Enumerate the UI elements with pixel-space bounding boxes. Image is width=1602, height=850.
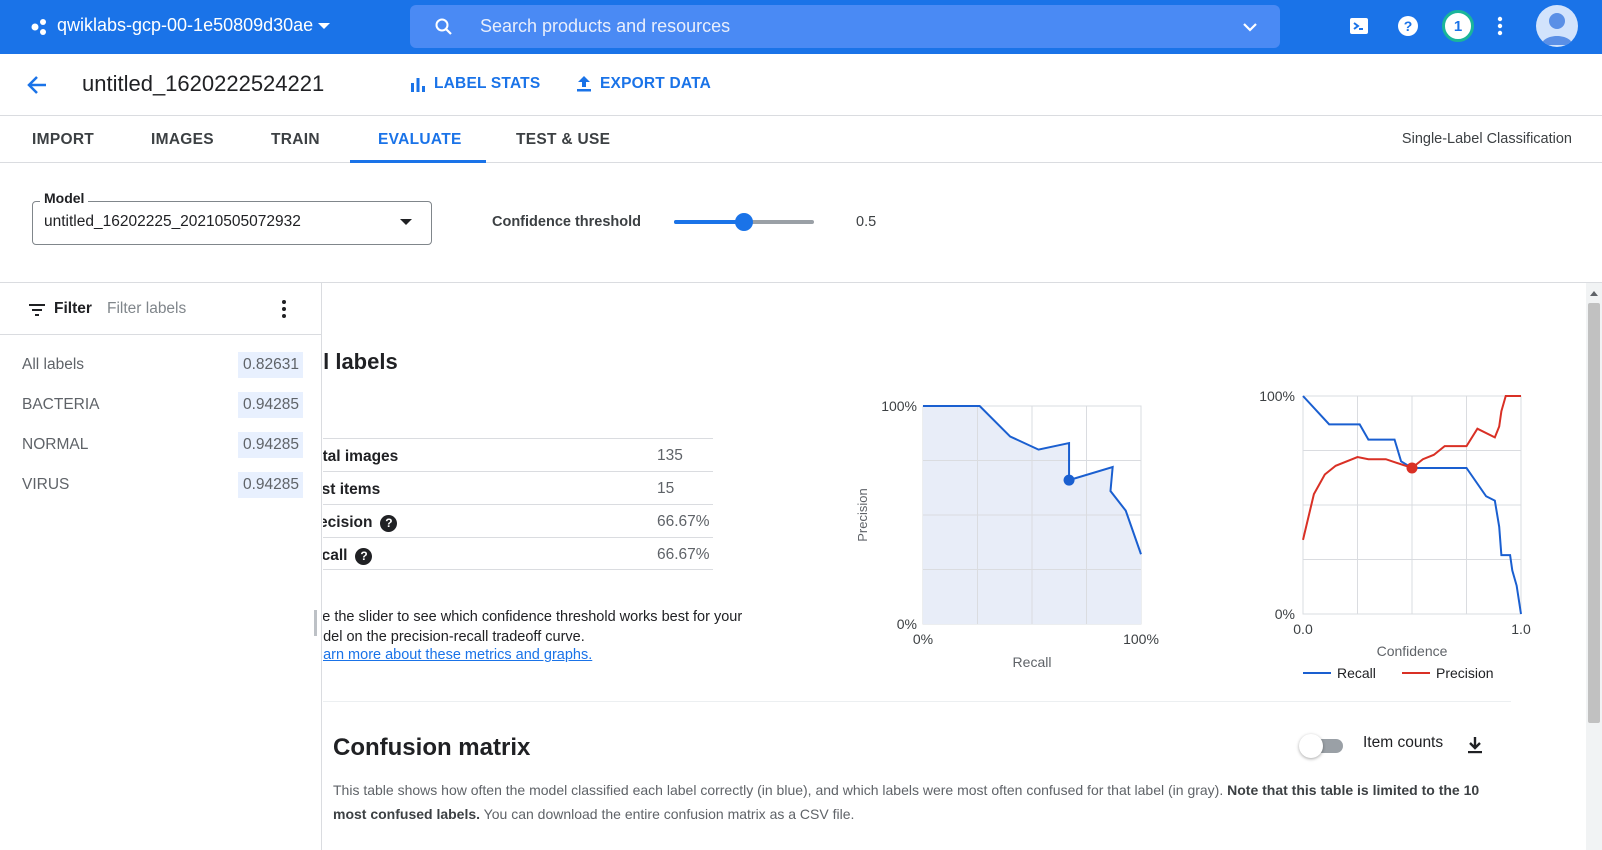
download-icon[interactable] [1465,735,1485,755]
label-stats-button[interactable]: LABEL STATS [408,74,540,94]
back-arrow-icon[interactable] [24,72,50,98]
classification-mode: Single-Label Classification [1401,131,1572,147]
x-tick-label: 100% [1123,631,1159,647]
label-score: 0.94285 [238,392,303,418]
tab-images[interactable]: IMAGES [151,131,214,149]
page-title: untitled_1620222524221 [82,71,325,96]
tab-import[interactable]: IMPORT [32,131,94,149]
filter-label: Filter [54,300,92,317]
more-vert-icon[interactable] [1494,14,1506,38]
confusion-matrix-description: This table shows how often the model cla… [333,782,1480,822]
item-counts-label: Item counts [1363,734,1444,751]
y-tick-label: 100% [881,398,917,414]
tab-bar: IMPORT IMAGES TRAIN EVALUATE TEST & USE … [0,116,1602,163]
evaluation-main: ll labels otal images 135 est items 15 r… [323,283,1586,850]
avatar[interactable] [1536,5,1578,47]
legend-recall-label: Recall [1337,665,1376,681]
x-axis-label: Recall [1013,654,1052,670]
label-item-virus[interactable]: VIRUS 0.94285 [0,470,322,500]
title-bar: untitled_1620222524221 LABEL STATS EXPOR… [0,54,1602,116]
confidence-threshold-value: 0.5 [856,214,877,230]
help-icon[interactable]: ? [355,547,373,565]
project-icon [31,19,46,35]
x-axis-label: Confidence [1377,643,1448,659]
filter-row: Filter Filter labels [0,283,322,335]
confidence-chart: 100% 0%0.0 1.0 ConfidenceRecall Precision [1259,388,1531,681]
scrollbar[interactable] [1586,283,1602,850]
help-icon[interactable]: ? [380,514,398,532]
x-tick-label: 0% [913,631,933,647]
table-row: ecall? 66.67% [323,537,713,570]
threshold-marker [1063,474,1075,486]
confidence-slider-fill [674,220,744,224]
labels-panel: Filter Filter labels All labels 0.82631 … [0,283,322,850]
search-icon [435,18,452,35]
search-bar[interactable]: Search products and resources [410,5,1280,48]
chevron-down-icon[interactable] [316,18,332,34]
project-selector[interactable]: qwiklabs-gcp-00-1e50809d30ae [57,15,313,36]
label-score: 0.82631 [238,352,303,378]
item-counts-toggle[interactable] [1299,734,1345,758]
x-tick-label: 1.0 [1511,621,1531,637]
upload-icon [577,76,591,92]
svg-text:?: ? [1404,18,1413,34]
export-data-button[interactable]: EXPORT DATA [574,74,711,94]
notifications-badge[interactable]: 1 [1442,10,1474,42]
cloud-shell-icon[interactable] [1347,14,1371,38]
user-icon [1541,13,1573,45]
threshold-marker [1406,462,1418,474]
x-tick-label: 0.0 [1293,621,1313,637]
model-select-value[interactable]: untitled_16202225_20210505072932 [44,213,301,231]
model-select-label: Model [40,190,89,206]
confidence-threshold-label: Confidence threshold [492,214,642,230]
help-icon[interactable]: ? [1396,14,1420,38]
label-item-all[interactable]: All labels 0.82631 [0,350,322,380]
confusion-matrix-title: Confusion matrix [333,734,531,761]
slider-hint: se the slider to see which confidence th… [323,609,743,645]
metrics-table: otal images 135 est items 15 recision? 6… [323,438,713,570]
label-score: 0.94285 [238,472,303,498]
table-row: est items 15 [323,471,713,504]
y-tick-label: 0% [1275,606,1295,622]
filter-icon[interactable] [27,300,47,320]
y-tick-label: 0% [897,616,917,632]
top-bar: qwiklabs-gcp-00-1e50809d30ae Search prod… [0,0,1602,54]
tab-test-use[interactable]: TEST & USE [516,131,610,149]
table-row: otal images 135 [323,438,713,471]
dropdown-arrow-icon[interactable] [398,214,414,230]
panel-resize-handle[interactable] [314,610,317,636]
precision-recall-chart: 100% 0%0% 100% Recall Precision [855,398,1159,670]
section-title: ll labels [323,349,398,374]
label-item-normal[interactable]: NORMAL 0.94285 [0,430,322,460]
legend-precision-label: Precision [1436,665,1494,681]
confusion-matrix-card: Confusion matrix Item counts This table … [323,701,1511,850]
search-input[interactable]: Search products and resources [480,16,730,37]
learn-more-link[interactable]: earn more about these metrics and graphs… [323,647,592,663]
confidence-slider-handle[interactable] [735,213,753,231]
y-tick-label: 100% [1259,388,1295,404]
bar-chart-icon [411,78,425,92]
expand-search-icon[interactable] [1240,17,1260,37]
active-tab-indicator [350,160,486,163]
filter-labels-input[interactable]: Filter labels [107,300,186,318]
tab-evaluate[interactable]: EVALUATE [378,131,462,149]
y-axis-label: Precision [855,488,870,541]
label-item-bacteria[interactable]: BACTERIA 0.94285 [0,390,322,420]
label-score: 0.94285 [238,432,303,458]
more-vert-icon[interactable] [281,299,287,319]
tab-train[interactable]: TRAIN [271,131,320,149]
table-row: recision? 66.67% [323,504,713,537]
